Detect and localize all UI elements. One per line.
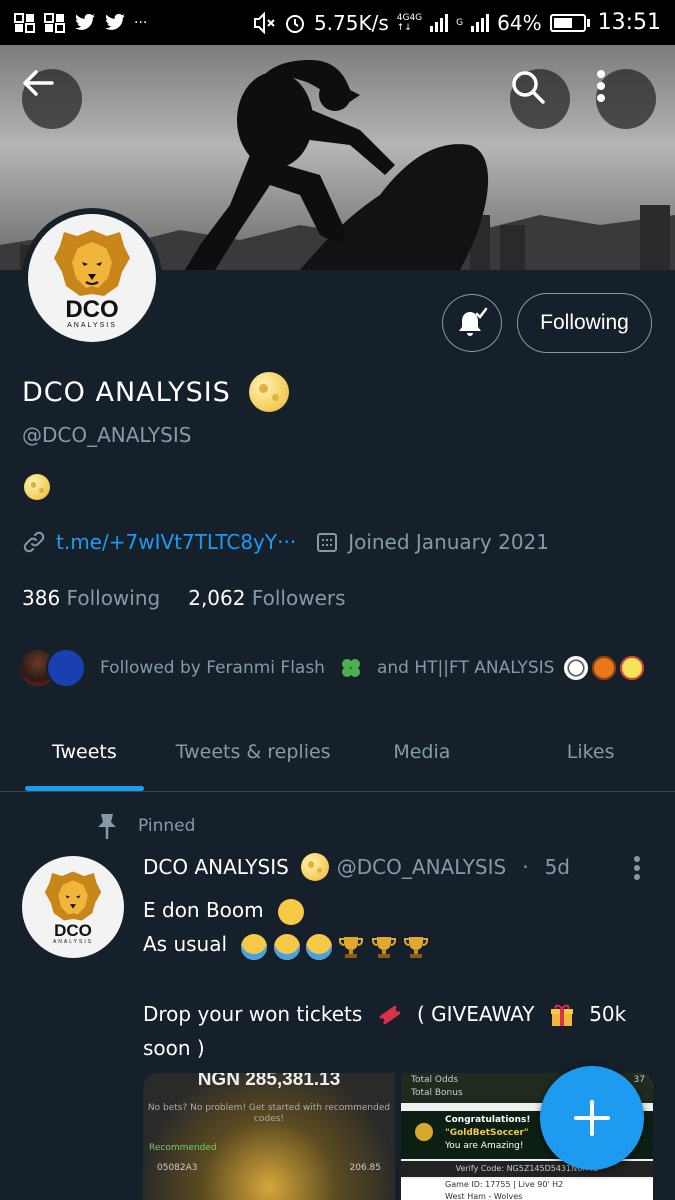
media-1-amount: NGN 285,381.13 <box>197 1073 341 1090</box>
profile-tabs: Tweets Tweets & replies Media Likes <box>0 712 675 792</box>
exploding-head-emoji <box>278 898 304 925</box>
trophy-icon <box>371 937 396 958</box>
notifications-button[interactable] <box>442 294 502 352</box>
tweet-author-name[interactable]: DCO ANALYSIS <box>143 855 289 879</box>
pinned-label-row: Pinned <box>94 812 195 840</box>
arrow-left-icon <box>23 70 54 96</box>
basketball-icon <box>592 656 617 680</box>
laughing-emoji-group <box>241 929 429 963</box>
mute-icon <box>253 11 275 34</box>
logo-subtext: ANALYSIS <box>52 938 94 945</box>
clover-icon <box>341 659 360 677</box>
plus-icon <box>574 1100 610 1136</box>
twitter-bird-icon <box>105 13 125 30</box>
tweet-time: 5d <box>544 855 570 879</box>
moon-icon <box>248 372 289 412</box>
status-overflow: ··· <box>134 14 148 31</box>
lion-logo-icon <box>44 870 102 921</box>
tab-tweets-replies[interactable]: Tweets & replies <box>169 712 338 791</box>
profile-link[interactable]: t.me/+7wIVt7TLTC8yY··· <box>56 530 296 554</box>
status-bar: ··· 5.75K/s 4G4G ↑↓ G 64% 13:51 <box>0 0 675 45</box>
tweet-more-button[interactable] <box>632 855 642 885</box>
trophy-icon <box>339 937 364 958</box>
profile-avatar[interactable]: DCO ANALYSIS <box>22 208 162 348</box>
app-grid-icon <box>14 12 35 33</box>
tears-of-joy-emoji <box>241 934 268 960</box>
tweet-avatar[interactable]: DCO ANALYSIS <box>22 856 124 958</box>
joined-date: Joined January 2021 <box>348 530 549 554</box>
display-name-row: DCO ANALYSIS <box>22 372 289 412</box>
battery-percent: 64% <box>497 10 542 35</box>
coin-icon <box>415 1123 433 1141</box>
twitter-bird-icon <box>75 13 95 30</box>
battery-icon <box>549 13 590 32</box>
tears-of-joy-emoji <box>273 934 300 960</box>
tweet-text: E don Boom As usual Drop your won ticket… <box>143 898 627 1060</box>
tab-likes[interactable]: Likes <box>506 712 675 791</box>
more-vertical-icon <box>634 856 640 880</box>
follower-avatar <box>46 648 86 688</box>
media-1-value: 206.85 <box>349 1163 382 1173</box>
search-icon <box>512 71 545 104</box>
tab-media[interactable]: Media <box>338 712 507 791</box>
compose-tweet-button[interactable] <box>540 1066 644 1170</box>
back-button[interactable] <box>22 69 82 129</box>
network-speed: 5.75K/s <box>313 10 389 35</box>
tears-of-joy-emoji <box>306 934 333 960</box>
alarm-icon <box>285 14 304 33</box>
moon-icon <box>300 853 329 881</box>
search-button[interactable] <box>510 69 570 129</box>
signal-icon <box>430 13 449 32</box>
trophy-icon <box>404 937 429 958</box>
bell-check-icon <box>459 307 488 336</box>
followed-by-text: Followed by Feranmi Flash <box>100 658 325 678</box>
display-name: DCO ANALYSIS <box>22 376 231 408</box>
pinned-label: Pinned <box>138 816 196 836</box>
softball-icon <box>620 656 645 680</box>
app-grid-icon <box>44 12 65 33</box>
followers-count-link[interactable]: 2,062 Followers <box>188 586 345 610</box>
following-count-link[interactable]: 386 Following <box>22 586 160 610</box>
logo-text: DCO <box>65 295 119 323</box>
tweet-header: DCO ANALYSIS @DCO_ANALYSIS · 5d <box>143 853 570 881</box>
follow-counts: 386 Following 2,062 Followers <box>22 586 346 610</box>
gift-icon <box>550 1004 573 1026</box>
clock: 13:51 <box>597 10 661 35</box>
media-1-code: 05082A3 <box>157 1163 198 1173</box>
media-1-recommended: Recommended <box>149 1143 217 1153</box>
ticket-icon <box>378 1005 401 1025</box>
tab-tweets[interactable]: Tweets <box>0 712 169 791</box>
more-vertical-icon <box>597 70 605 102</box>
profile-handle: @DCO_ANALYSIS <box>22 423 192 447</box>
sim2-label: G <box>456 17 464 28</box>
lion-logo-icon <box>54 229 130 296</box>
link-icon <box>23 531 45 553</box>
bio-moon-icon <box>24 474 50 500</box>
media-image-1[interactable]: NGN 285,381.13 No bets? No problem! Get … <box>143 1073 395 1200</box>
following-button[interactable]: Following <box>517 293 652 353</box>
tweet-author-handle: @DCO_ANALYSIS <box>336 855 507 879</box>
calendar-icon <box>317 533 338 552</box>
logo-subtext: ANALYSIS <box>67 321 117 329</box>
pin-icon <box>98 814 116 839</box>
followed-by-and: and HT||FT ANALYSIS <box>376 658 555 678</box>
more-button[interactable] <box>596 69 656 129</box>
followed-by-row[interactable]: Followed by Feranmi Flash and HT||FT ANA… <box>18 648 645 688</box>
network-type: 4G4G ↑↓ <box>396 12 423 33</box>
logo-text: DCO <box>54 920 92 940</box>
media-1-subtext: No bets? No problem! Get started with re… <box>147 1103 391 1124</box>
soccer-ball-icon <box>564 656 589 680</box>
profile-meta: t.me/+7wIVt7TLTC8yY··· Joined January 20… <box>22 530 549 554</box>
signal-icon <box>471 13 490 32</box>
